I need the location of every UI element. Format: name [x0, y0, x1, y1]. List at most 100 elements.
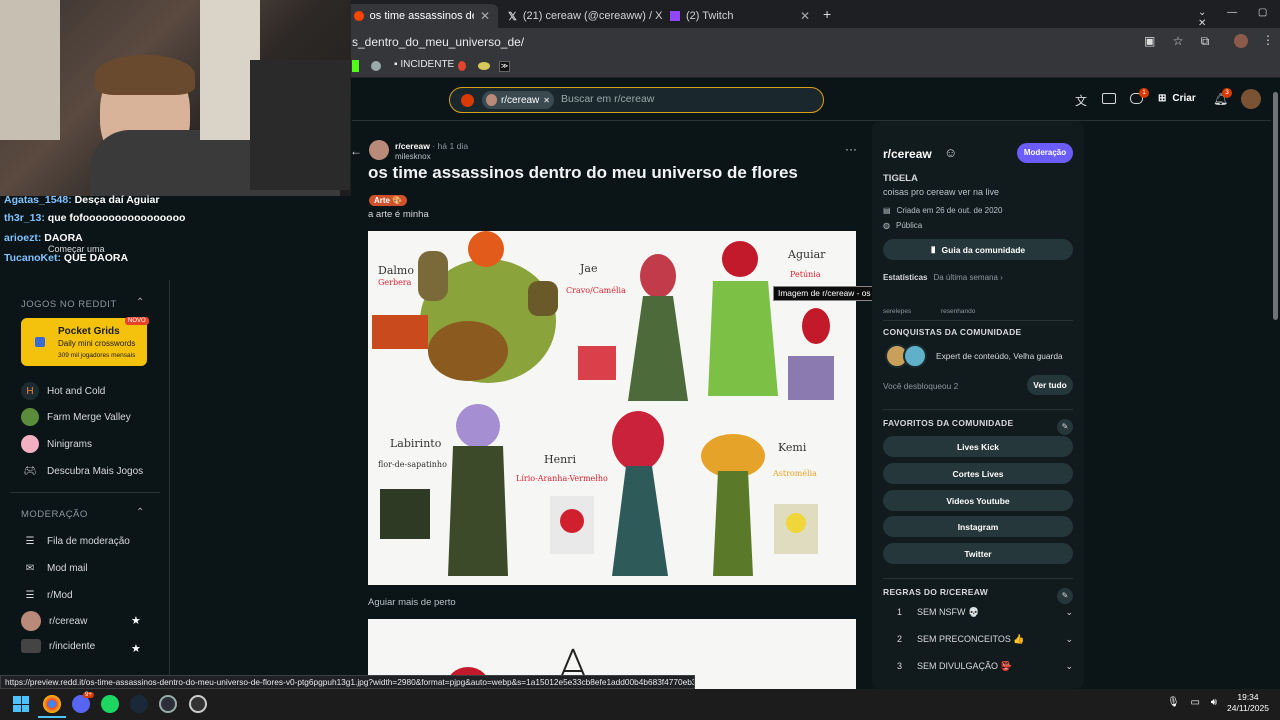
clock-time: 19:34	[1237, 692, 1259, 702]
rule-item[interactable]: 1 SEM NSFW 💀 ⌄	[883, 607, 1073, 618]
artwork-label: Henri	[544, 453, 576, 466]
tab-reddit[interactable]: os time assassinos dentro do m ✕	[346, 4, 498, 28]
discover-games[interactable]: 🎮︎ Descubra Mais Jogos	[21, 462, 144, 480]
back-icon[interactable]: ←	[350, 144, 362, 158]
ninigrams-icon	[21, 435, 39, 453]
favorite-videos-youtube[interactable]: Videos Youtube	[883, 490, 1073, 511]
stats-period[interactable]: Da última semana ›	[933, 273, 1002, 282]
new-tab-button[interactable]: +	[823, 6, 831, 22]
chevron-down-icon[interactable]: ⌄	[1065, 634, 1073, 645]
game-hot-and-cold[interactable]: H Hot and Cold	[21, 382, 105, 400]
obs-icon[interactable]	[189, 695, 207, 713]
star-icon[interactable]: ★	[131, 642, 141, 655]
bookmark-icon[interactable]	[478, 62, 490, 70]
community-guide-button[interactable]: ▮ Guia da comunidade	[883, 239, 1073, 260]
tab-x[interactable]: 𝕏 (21) cereaw (@cereaww) / X ✕	[500, 4, 678, 28]
user-avatar[interactable]	[1241, 89, 1261, 109]
fire-icon[interactable]	[458, 61, 466, 71]
tray-icons[interactable]: 🎙︎ ▭ 🔊︎	[1167, 697, 1217, 708]
edit-icon[interactable]: ✎	[1057, 588, 1073, 604]
artwork-label: Labirinto	[390, 437, 442, 450]
post-flair[interactable]: Arte 🎨	[369, 195, 408, 206]
subreddit-avatar[interactable]	[369, 140, 389, 160]
steam-icon[interactable]	[130, 695, 148, 713]
artwork-label: Jae	[580, 262, 598, 275]
close-icon[interactable]: ✕	[543, 96, 550, 105]
spotify-icon[interactable]	[101, 695, 119, 713]
emoji-add-icon[interactable]: ☺	[944, 145, 957, 160]
close-icon[interactable]: ✕	[800, 9, 810, 23]
chevron-up-icon[interactable]: ⌃	[136, 297, 144, 308]
windows-start-icon[interactable]	[13, 696, 29, 712]
stats-sub: serelepes	[883, 308, 912, 315]
artwork-label: Lírio-Aranha-Vermelho	[516, 474, 608, 483]
mod-queue[interactable]: ☰ Fila de moderação	[21, 532, 130, 550]
chevron-down-icon[interactable]: ⌄	[1065, 661, 1073, 672]
see-all-button[interactable]: Ver tudo	[1027, 375, 1073, 395]
post-title: os time assassinos dentro do meu univers…	[368, 163, 798, 182]
window-light	[0, 0, 60, 140]
farm-icon	[21, 408, 39, 426]
terminal-icon[interactable]: ≫	[499, 61, 510, 72]
reddit-logo-icon	[461, 94, 474, 107]
r-cereaw[interactable]: r/cereaw	[21, 611, 87, 631]
clock[interactable]: 19:34 24/11/2025	[1222, 692, 1274, 714]
pocket-grids-card[interactable]: Pocket Grids Daily mini crosswords 309 m…	[21, 317, 149, 366]
queue-icon: ☰	[25, 535, 35, 547]
stats-sub: resenhando	[941, 308, 976, 315]
create-button[interactable]: ⊞ Criar	[1158, 93, 1196, 104]
subreddit-link[interactable]: r/cereaw	[395, 141, 430, 151]
ad-icon[interactable]	[1102, 93, 1116, 104]
translate-icon[interactable]: 文	[1075, 92, 1087, 109]
webcam-overlay	[0, 0, 351, 196]
favorite-instagram[interactable]: Instagram	[883, 516, 1073, 537]
achievement-badge-icon	[903, 344, 927, 368]
star-icon[interactable]: ★	[131, 614, 141, 627]
more-options-icon[interactable]: ···	[845, 142, 857, 156]
rule-text: SEM NSFW 💀	[917, 607, 980, 617]
unlocked-text: Você desbloqueou 2	[883, 381, 959, 391]
guide-icon: ▮	[930, 244, 936, 254]
chevron-down-icon[interactable]: ⌄	[1065, 607, 1073, 618]
profile-avatar[interactable]	[1234, 34, 1248, 48]
favorite-cortes-lives[interactable]: Cortes Lives	[883, 463, 1073, 484]
tab-twitch[interactable]: (2) Twitch ✕	[662, 4, 818, 28]
game-label: Hot and Cold	[47, 385, 106, 397]
mod-section-title: MODERAÇÃO	[21, 509, 88, 520]
favorite-twitter[interactable]: Twitter	[883, 543, 1073, 564]
post-image[interactable]: Dalmo Gerbera Jae Cravo/Camélia Aguiar P…	[368, 231, 856, 585]
app-icon[interactable]	[159, 695, 177, 713]
bookmark-incidente[interactable]: ▪ INCIDENTE	[394, 59, 454, 70]
r-mod[interactable]: ☰ r/Mod	[21, 586, 73, 604]
scrollbar-thumb[interactable]	[1273, 92, 1278, 320]
nav-label: Fila de moderação	[47, 535, 130, 547]
chat-message: TucanoKet: QUE DAORA	[4, 252, 128, 264]
avatar	[486, 94, 497, 106]
game-label: Descubra Mais Jogos	[47, 465, 144, 477]
chat-user: TucanoKet:	[4, 252, 61, 264]
kick-icon[interactable]	[352, 60, 359, 72]
game-ninigrams[interactable]: Ninigrams	[21, 435, 92, 453]
rule-item[interactable]: 2 SEM PRECONCEITOS 👍 ⌄	[883, 634, 1073, 645]
chat-user: Agatas_1548:	[4, 194, 72, 206]
moderation-button[interactable]: Moderação	[1017, 143, 1073, 163]
search-chip[interactable]: r/cereaw ✕	[482, 91, 554, 109]
url-field[interactable]: s_dentro_do_meu_universo_de/	[352, 33, 1132, 51]
post-author[interactable]: milesknox	[395, 152, 431, 161]
favorite-lives-kick[interactable]: Lives Kick	[883, 436, 1073, 457]
close-icon[interactable]: ✕	[480, 9, 490, 23]
mod-mail[interactable]: ✉︎ Mod mail	[21, 559, 88, 577]
rule-item[interactable]: 3 SEM DIVULGAÇÃO 👺 ⌄	[883, 661, 1073, 672]
edit-icon[interactable]: ✎	[1057, 419, 1073, 435]
image-caption: Aguiar mais de perto	[368, 597, 456, 608]
chat-message: th3r_13: que fofoooooooooooooooo	[4, 212, 185, 224]
r-incidente[interactable]: r/incidente	[21, 639, 95, 653]
nav-label: r/Mod	[47, 589, 73, 601]
menu-icon[interactable]: ⋮	[1262, 33, 1274, 47]
toolbar-icons[interactable]: ▣ ☆ ⧉	[1144, 34, 1209, 49]
game-farm-merge[interactable]: Farm Merge Valley	[21, 408, 131, 426]
bookmark-icon[interactable]	[371, 61, 381, 71]
window-controls[interactable]: ⌄ — ▢ ✕	[1198, 7, 1280, 29]
chrome-icon[interactable]	[43, 695, 61, 713]
chevron-up-icon[interactable]: ⌃	[136, 507, 144, 518]
